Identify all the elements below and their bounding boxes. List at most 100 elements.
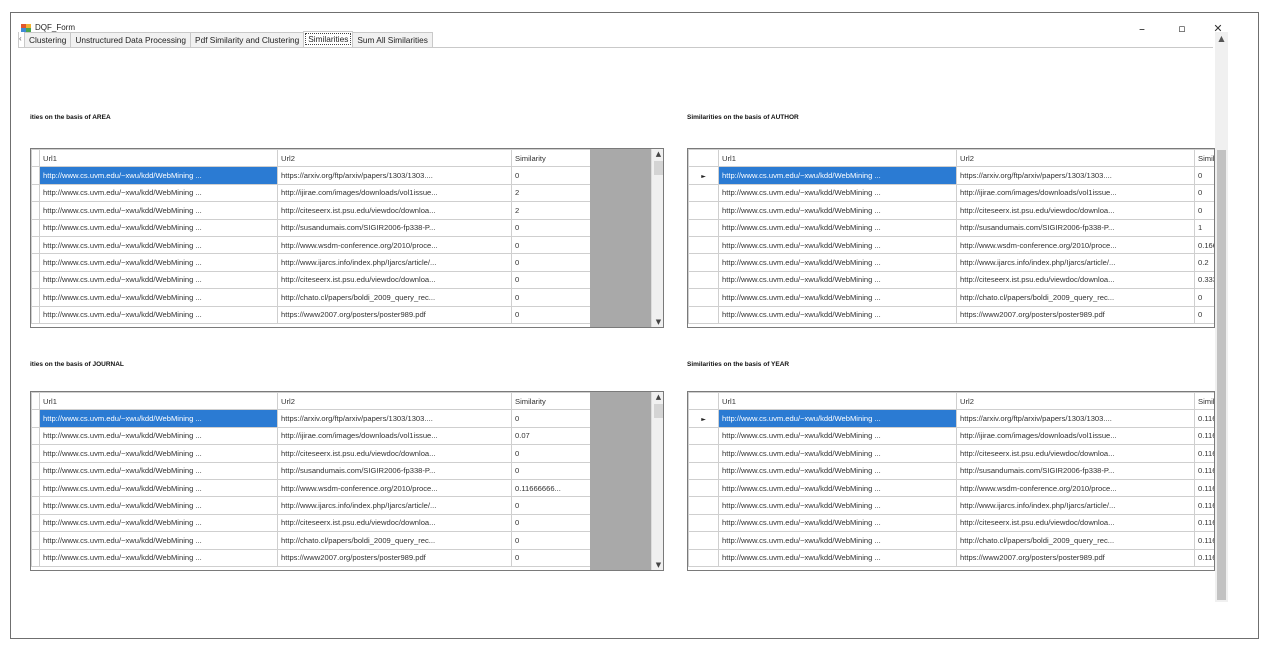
table-row[interactable]: http://www.cs.uvm.edu/~xwu/kdd/WebMining… bbox=[31, 166, 591, 185]
url1-cell[interactable]: http://www.cs.uvm.edu/~xwu/kdd/WebMining… bbox=[718, 496, 957, 515]
similarity-cell[interactable]: 0 bbox=[511, 270, 591, 290]
url2-cell[interactable]: https://arxiv.org/ftp/arxiv/papers/1303/… bbox=[277, 409, 512, 428]
url2-cell[interactable]: http://ijirae.com/images/downloads/vol1i… bbox=[956, 426, 1195, 446]
scroll-up-icon[interactable]: ▲ bbox=[1215, 34, 1228, 43]
url1-cell[interactable]: http://www.cs.uvm.edu/~xwu/kdd/WebMining… bbox=[39, 548, 278, 567]
similarity-cell[interactable]: 0.1166 bbox=[1194, 426, 1214, 446]
tab-sum-all-similarities[interactable]: Sum All Similarities bbox=[352, 32, 433, 47]
table-row[interactable]: http://www.cs.uvm.edu/~xwu/kdd/WebMining… bbox=[31, 531, 591, 550]
url2-cell[interactable]: https://www2007.org/posters/poster989.pd… bbox=[956, 548, 1195, 567]
url2-cell[interactable]: http://www.ijarcs.info/index.php/Ijarcs/… bbox=[277, 496, 512, 515]
table-row[interactable]: http://www.cs.uvm.edu/~xwu/kdd/WebMining… bbox=[31, 461, 591, 480]
similarity-cell[interactable]: 0.1166 bbox=[1194, 409, 1214, 428]
url1-cell[interactable]: http://www.cs.uvm.edu/~xwu/kdd/WebMining… bbox=[39, 253, 278, 272]
url1-cell[interactable]: http://www.cs.uvm.edu/~xwu/kdd/WebMining… bbox=[718, 166, 957, 185]
similarity-cell[interactable]: 2 bbox=[511, 201, 591, 220]
table-row[interactable]: http://www.cs.uvm.edu/~xwu/kdd/WebMining… bbox=[31, 409, 591, 428]
similarity-cell[interactable]: 0 bbox=[511, 548, 591, 567]
page-scrollbar[interactable]: ▲ bbox=[1215, 32, 1228, 602]
url1-cell[interactable]: http://www.cs.uvm.edu/~xwu/kdd/WebMining… bbox=[39, 166, 278, 185]
similarity-cell[interactable]: 0 bbox=[1194, 288, 1214, 307]
url1-cell[interactable]: http://www.cs.uvm.edu/~xwu/kdd/WebMining… bbox=[39, 426, 278, 446]
table-row[interactable]: http://www.cs.uvm.edu/~xwu/kdd/WebMining… bbox=[31, 218, 591, 237]
url2-cell[interactable]: http://ijirae.com/images/downloads/vol1i… bbox=[277, 426, 512, 446]
table-row[interactable]: http://www.cs.uvm.edu/~xwu/kdd/WebMining… bbox=[31, 548, 591, 567]
table-row[interactable]: http://www.cs.uvm.edu/~xwu/kdd/WebMining… bbox=[688, 548, 1214, 567]
similarity-cell[interactable]: 0.3333 bbox=[1194, 270, 1214, 290]
table-row[interactable]: http://www.cs.uvm.edu/~xwu/kdd/WebMining… bbox=[31, 288, 591, 307]
tab-similarities[interactable]: Similarities bbox=[303, 31, 354, 47]
url2-cell[interactable]: http://chato.cl/papers/boldi_2009_query_… bbox=[277, 531, 512, 550]
similarity-cell[interactable]: 0 bbox=[511, 444, 591, 463]
url1-cell[interactable]: http://www.cs.uvm.edu/~xwu/kdd/WebMining… bbox=[39, 183, 278, 203]
column-header-url1[interactable]: Url1 bbox=[718, 392, 957, 411]
url2-cell[interactable]: https://arxiv.org/ftp/arxiv/papers/1303/… bbox=[956, 166, 1195, 185]
table-row[interactable]: ► http://www.cs.uvm.edu/~xwu/kdd/WebMinin… bbox=[688, 409, 1214, 428]
similarity-cell[interactable]: 0.1166 bbox=[1194, 444, 1214, 463]
table-row[interactable]: http://www.cs.uvm.edu/~xwu/kdd/WebMining… bbox=[31, 270, 591, 290]
table-row[interactable]: http://www.cs.uvm.edu/~xwu/kdd/WebMining… bbox=[31, 253, 591, 272]
author-similarity-grid[interactable]: Url1 Url2 Simila ► http://www.cs.uvm.edu/… bbox=[687, 148, 1215, 328]
table-row[interactable]: http://www.cs.uvm.edu/~xwu/kdd/WebMining… bbox=[688, 478, 1214, 498]
table-row[interactable]: http://www.cs.uvm.edu/~xwu/kdd/WebMining… bbox=[31, 513, 591, 533]
scroll-up-icon[interactable]: ▲ bbox=[652, 393, 663, 401]
url1-cell[interactable]: http://www.cs.uvm.edu/~xwu/kdd/WebMining… bbox=[718, 288, 957, 307]
url1-cell[interactable]: http://www.cs.uvm.edu/~xwu/kdd/WebMining… bbox=[39, 201, 278, 220]
url1-cell[interactable]: http://www.cs.uvm.edu/~xwu/kdd/WebMining… bbox=[718, 218, 957, 237]
table-row[interactable]: http://www.cs.uvm.edu/~xwu/kdd/WebMining… bbox=[688, 253, 1214, 272]
url1-cell[interactable]: http://www.cs.uvm.edu/~xwu/kdd/WebMining… bbox=[718, 270, 957, 290]
similarity-cell[interactable]: 0 bbox=[511, 288, 591, 307]
column-header-url1[interactable]: Url1 bbox=[39, 392, 278, 411]
url2-cell[interactable]: http://ijirae.com/images/downloads/vol1i… bbox=[277, 183, 512, 203]
url2-cell[interactable]: http://citeseerx.ist.psu.edu/viewdoc/dow… bbox=[277, 201, 512, 220]
url2-cell[interactable]: http://www.wsdm-conference.org/2010/proc… bbox=[277, 235, 512, 255]
table-row[interactable]: http://www.cs.uvm.edu/~xwu/kdd/WebMining… bbox=[31, 478, 591, 498]
scrollbar-thumb[interactable] bbox=[654, 161, 663, 175]
url2-cell[interactable]: http://citeseerx.ist.psu.edu/viewdoc/dow… bbox=[277, 270, 512, 290]
table-row[interactable]: http://www.cs.uvm.edu/~xwu/kdd/WebMining… bbox=[688, 183, 1214, 203]
similarity-cell[interactable]: 0 bbox=[511, 235, 591, 255]
similarity-cell[interactable]: 0 bbox=[1194, 183, 1214, 203]
url1-cell[interactable]: http://www.cs.uvm.edu/~xwu/kdd/WebMining… bbox=[718, 513, 957, 533]
table-row[interactable]: ► http://www.cs.uvm.edu/~xwu/kdd/WebMinin… bbox=[688, 166, 1214, 185]
url1-cell[interactable]: http://www.cs.uvm.edu/~xwu/kdd/WebMining… bbox=[39, 409, 278, 428]
url1-cell[interactable]: http://www.cs.uvm.edu/~xwu/kdd/WebMining… bbox=[39, 531, 278, 550]
scroll-up-icon[interactable]: ▲ bbox=[652, 150, 663, 158]
table-row[interactable]: http://www.cs.uvm.edu/~xwu/kdd/WebMining… bbox=[688, 531, 1214, 550]
similarity-cell[interactable]: 0.1166 bbox=[1194, 513, 1214, 533]
table-row[interactable]: http://www.cs.uvm.edu/~xwu/kdd/WebMining… bbox=[688, 496, 1214, 515]
similarity-cell[interactable]: 0 bbox=[511, 461, 591, 480]
tab-pdf-similarity-and-clustering[interactable]: Pdf Similarity and Clustering bbox=[190, 32, 305, 47]
column-header-url2[interactable]: Url2 bbox=[277, 392, 512, 411]
similarity-cell[interactable]: 0.1166 bbox=[1194, 478, 1214, 498]
url2-cell[interactable]: http://citeseerx.ist.psu.edu/viewdoc/dow… bbox=[277, 444, 512, 463]
url2-cell[interactable]: https://arxiv.org/ftp/arxiv/papers/1303/… bbox=[956, 409, 1195, 428]
similarity-cell[interactable]: 0 bbox=[511, 496, 591, 515]
url1-cell[interactable]: http://www.cs.uvm.edu/~xwu/kdd/WebMining… bbox=[39, 270, 278, 290]
url1-cell[interactable]: http://www.cs.uvm.edu/~xwu/kdd/WebMining… bbox=[718, 409, 957, 428]
url2-cell[interactable]: http://www.wsdm-conference.org/2010/proc… bbox=[956, 235, 1195, 255]
table-row[interactable]: http://www.cs.uvm.edu/~xwu/kdd/WebMining… bbox=[31, 201, 591, 220]
table-row[interactable]: http://www.cs.uvm.edu/~xwu/kdd/WebMining… bbox=[31, 496, 591, 515]
url2-cell[interactable]: https://arxiv.org/ftp/arxiv/papers/1303/… bbox=[277, 166, 512, 185]
table-row[interactable]: http://www.cs.uvm.edu/~xwu/kdd/WebMining… bbox=[688, 218, 1214, 237]
journal-grid-scrollbar[interactable]: ▲ ▼ bbox=[651, 392, 663, 570]
table-row[interactable]: http://www.cs.uvm.edu/~xwu/kdd/WebMining… bbox=[31, 444, 591, 463]
year-similarity-grid[interactable]: Url1 Url2 Simila ► http://www.cs.uvm.edu/… bbox=[687, 391, 1215, 571]
similarity-cell[interactable]: 2 bbox=[511, 183, 591, 203]
url1-cell[interactable]: http://www.cs.uvm.edu/~xwu/kdd/WebMining… bbox=[39, 218, 278, 237]
url2-cell[interactable]: http://ijirae.com/images/downloads/vol1i… bbox=[956, 183, 1195, 203]
url1-cell[interactable]: http://www.cs.uvm.edu/~xwu/kdd/WebMining… bbox=[718, 461, 957, 480]
url1-cell[interactable]: http://www.cs.uvm.edu/~xwu/kdd/WebMining… bbox=[718, 201, 957, 220]
similarity-cell[interactable]: 0 bbox=[511, 218, 591, 237]
page-scrollbar-thumb[interactable] bbox=[1217, 150, 1226, 600]
column-header-url2[interactable]: Url2 bbox=[277, 149, 512, 168]
url2-cell[interactable]: http://chato.cl/papers/boldi_2009_query_… bbox=[956, 288, 1195, 307]
url2-cell[interactable]: https://www2007.org/posters/poster989.pd… bbox=[277, 548, 512, 567]
url2-cell[interactable]: http://www.ijarcs.info/index.php/Ijarcs/… bbox=[956, 496, 1195, 515]
url1-cell[interactable]: http://www.cs.uvm.edu/~xwu/kdd/WebMining… bbox=[718, 426, 957, 446]
table-row[interactable]: http://www.cs.uvm.edu/~xwu/kdd/WebMining… bbox=[31, 235, 591, 255]
url1-cell[interactable]: http://www.cs.uvm.edu/~xwu/kdd/WebMining… bbox=[718, 235, 957, 255]
url2-cell[interactable]: http://susandumais.com/SIGIR2006-fp338-P… bbox=[277, 461, 512, 480]
url2-cell[interactable]: https://www2007.org/posters/poster989.pd… bbox=[277, 305, 512, 324]
